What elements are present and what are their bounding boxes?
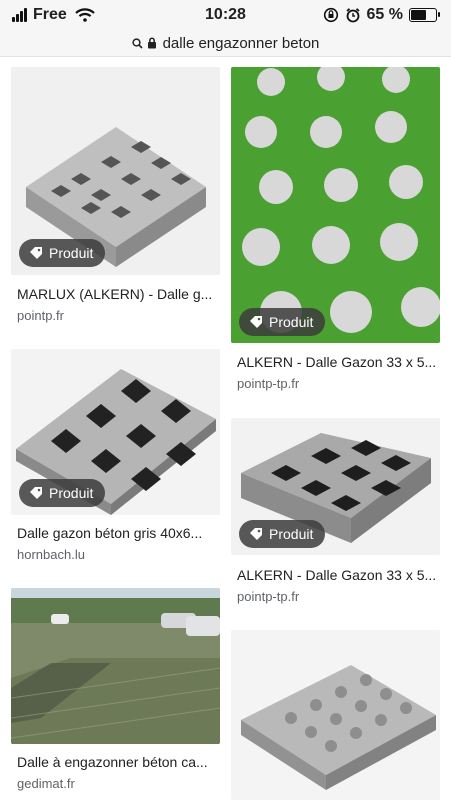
battery-percent: 65 % bbox=[366, 6, 403, 23]
status-bar: Free 10:28 65 % bbox=[0, 0, 451, 30]
concrete-stud-slab-image bbox=[231, 630, 440, 800]
alarm-icon bbox=[345, 8, 360, 23]
result-title[interactable]: ALKERN - Dalle Gazon 33 x 5... bbox=[237, 354, 437, 370]
product-badge: Produit bbox=[19, 239, 106, 267]
result-title[interactable]: Dalle gazon béton gris 40x6... bbox=[17, 525, 217, 541]
product-badge: Produit bbox=[239, 308, 326, 336]
url-text: dalle engazonner beton bbox=[162, 34, 320, 52]
status-right: 65 % bbox=[323, 6, 440, 24]
rotation-lock-icon bbox=[323, 7, 338, 23]
badge-label: Produit bbox=[49, 485, 94, 501]
result-source[interactable]: pointp-tp.fr bbox=[237, 589, 299, 604]
tag-icon bbox=[250, 528, 262, 540]
result-image[interactable] bbox=[11, 588, 220, 744]
result-image[interactable] bbox=[231, 630, 440, 800]
result-title[interactable]: Dalle à engazonner béton ca... bbox=[17, 754, 217, 770]
result-image[interactable] bbox=[231, 67, 440, 343]
result-card[interactable]: Dalle à engazonner béton ca... gedimat.f… bbox=[11, 588, 220, 800]
result-source[interactable]: pointp.fr bbox=[17, 308, 64, 323]
tag-icon bbox=[30, 247, 42, 259]
battery-icon bbox=[409, 8, 440, 22]
search-icon bbox=[131, 37, 143, 49]
result-source[interactable]: pointp-tp.fr bbox=[237, 376, 299, 391]
grass-paver-image bbox=[231, 67, 440, 343]
result-card[interactable]: Produit Dalle gazon béton gris 40x6... h… bbox=[11, 349, 220, 569]
result-source[interactable]: gedimat.fr bbox=[17, 776, 75, 791]
result-card[interactable]: Produit ALKERN - Dalle Gazon 33 x 5... p… bbox=[231, 418, 440, 608]
result-title[interactable]: MARLUX (ALKERN) - Dalle g... bbox=[17, 286, 217, 302]
address-bar[interactable]: dalle engazonner beton bbox=[0, 30, 451, 57]
lock-icon bbox=[147, 37, 156, 49]
badge-label: Produit bbox=[269, 526, 314, 542]
result-card[interactable]: Produit MARLUX (ALKERN) - Dalle g... poi… bbox=[11, 67, 220, 330]
result-source[interactable]: hornbach.lu bbox=[17, 547, 85, 562]
result-card[interactable]: Produit ALKERN - Dalle Gazon 33 x 5... p… bbox=[231, 67, 440, 397]
badge-label: Produit bbox=[269, 314, 314, 330]
tag-icon bbox=[30, 487, 42, 499]
result-card[interactable] bbox=[231, 630, 440, 800]
tag-icon bbox=[250, 316, 262, 328]
parking-lot-image bbox=[11, 588, 220, 744]
badge-label: Produit bbox=[49, 245, 94, 261]
result-title[interactable]: ALKERN - Dalle Gazon 33 x 5... bbox=[237, 567, 437, 583]
product-badge: Produit bbox=[19, 479, 106, 507]
product-badge: Produit bbox=[239, 520, 326, 548]
